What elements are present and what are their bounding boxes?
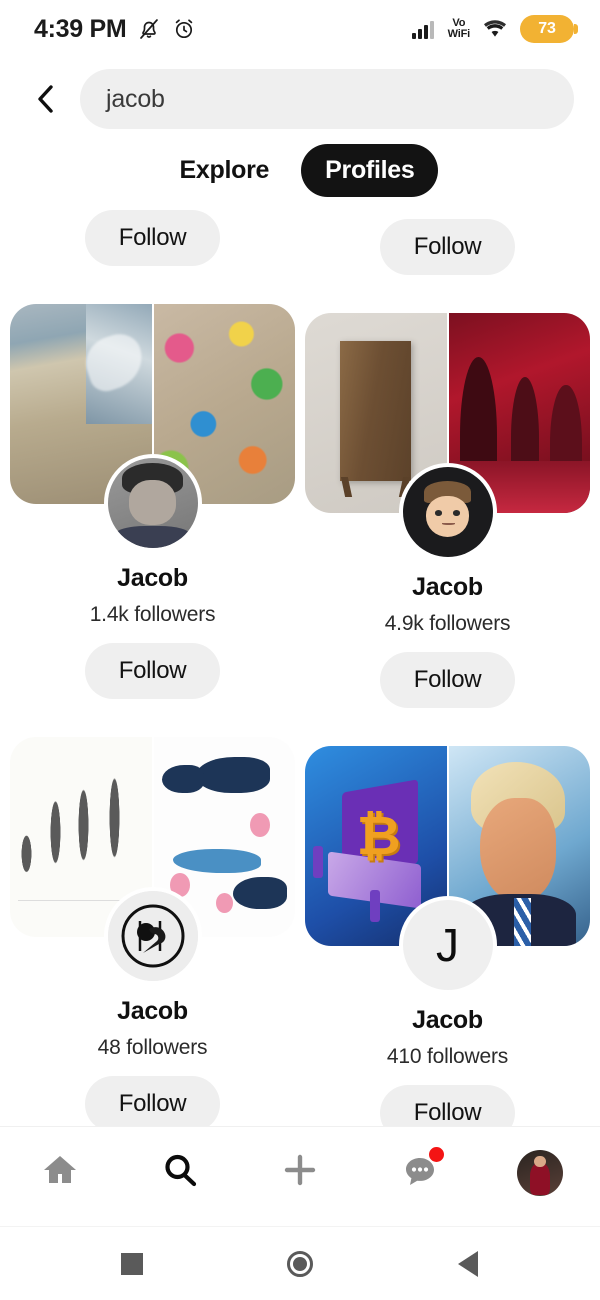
avatar[interactable]	[103, 454, 202, 552]
profile-cover[interactable]	[305, 313, 590, 561]
profile-followers: 4.9k followers	[384, 612, 511, 635]
follow-button[interactable]: Follow	[84, 643, 221, 699]
alarm-clock-icon	[172, 17, 196, 41]
profile-name: Jacob	[412, 573, 483, 601]
status-bar: 4:39 PM Vo WiFi 73	[0, 0, 600, 58]
tab-profiles[interactable]: Profiles	[301, 143, 439, 197]
cellular-signal-icon	[411, 18, 437, 40]
profile-name: Jacob	[117, 997, 188, 1025]
home-button[interactable]	[276, 1240, 324, 1288]
nav-create-button[interactable]	[268, 1141, 332, 1205]
phone-screen: 4:39 PM Vo WiFi 73 jacob Explore Profile…	[0, 0, 600, 1300]
avatar[interactable]: J	[398, 896, 497, 994]
follow-button[interactable]: Follow	[84, 210, 221, 266]
bell-slash-icon	[137, 17, 161, 41]
search-input[interactable]: jacob	[80, 69, 574, 129]
profile-followers: 410 followers	[386, 1045, 509, 1068]
avatar-initial: J	[436, 919, 459, 971]
wifi-icon	[481, 18, 509, 40]
bottom-navigation-bar	[0, 1126, 600, 1218]
nav-home-button[interactable]	[28, 1141, 92, 1205]
clipped-profile-card-left: Follow	[10, 198, 295, 266]
back-button-system[interactable]	[444, 1240, 492, 1288]
memoji-avatar-icon	[402, 467, 493, 557]
avatar[interactable]	[103, 887, 202, 985]
status-bar-left: 4:39 PM	[34, 15, 196, 44]
avatar[interactable]	[398, 463, 497, 561]
profiles-column-left: Follow Jacob 1.4k followers Follow Jacob…	[10, 198, 295, 1141]
portrait-avatar-icon	[107, 458, 198, 548]
nav-messages-button[interactable]	[388, 1141, 452, 1205]
profile-card[interactable]: ₿ J Jacob 410 followers Follow	[305, 746, 590, 1141]
profile-card[interactable]: Jacob 48 followers Follow	[10, 737, 295, 1132]
status-time: 4:39 PM	[34, 14, 127, 43]
follow-button[interactable]: Follow	[84, 1076, 221, 1132]
search-icon	[160, 1150, 200, 1195]
profiles-column-right: Follow Jacob 4.9k followers Follow ₿ J J…	[305, 198, 590, 1141]
profile-avatar-icon	[517, 1149, 563, 1196]
recents-square-icon	[121, 1252, 143, 1275]
home-icon	[40, 1150, 80, 1195]
nav-profile-button[interactable]	[508, 1141, 572, 1205]
search-input-value: jacob	[106, 84, 165, 113]
status-bar-right: Vo WiFi 73	[411, 15, 578, 43]
back-button[interactable]	[20, 73, 72, 125]
notification-badge	[429, 1146, 444, 1162]
battery-indicator: 73	[520, 15, 578, 43]
profile-name: Jacob	[117, 564, 188, 592]
profiles-grid: Follow Jacob 1.4k followers Follow Jacob…	[0, 198, 600, 1141]
search-tabs: Explore Profiles	[0, 142, 600, 198]
profile-followers: 48 followers	[97, 1036, 208, 1059]
bird-logo-avatar-icon	[107, 891, 198, 981]
chevron-left-icon	[33, 82, 59, 116]
follow-button[interactable]: Follow	[379, 652, 516, 708]
vowifi-line-2: WiFi	[447, 28, 471, 40]
nav-search-button[interactable]	[148, 1141, 212, 1205]
recents-button[interactable]	[108, 1240, 156, 1288]
profile-cover[interactable]: ₿ J	[305, 746, 590, 994]
battery-level: 73	[538, 20, 556, 37]
profile-card[interactable]: Jacob 1.4k followers Follow	[10, 304, 295, 699]
plus-icon	[280, 1150, 320, 1195]
android-system-navigation	[0, 1226, 600, 1300]
vowifi-indicator: Vo WiFi	[447, 18, 471, 40]
profile-card[interactable]: Jacob 4.9k followers Follow	[305, 313, 590, 708]
search-header: jacob	[0, 66, 600, 132]
follow-button[interactable]: Follow	[379, 219, 516, 275]
back-triangle-icon	[458, 1250, 478, 1277]
profile-cover[interactable]	[10, 737, 295, 985]
profiles-columns: Follow Jacob 1.4k followers Follow Jacob…	[0, 198, 600, 1141]
profile-name: Jacob	[412, 1006, 483, 1034]
profile-cover[interactable]	[10, 304, 295, 552]
profile-followers: 1.4k followers	[89, 603, 216, 626]
home-circle-icon	[287, 1250, 313, 1277]
clipped-profile-card-right: Follow	[305, 207, 590, 275]
tab-explore[interactable]: Explore	[162, 144, 288, 197]
